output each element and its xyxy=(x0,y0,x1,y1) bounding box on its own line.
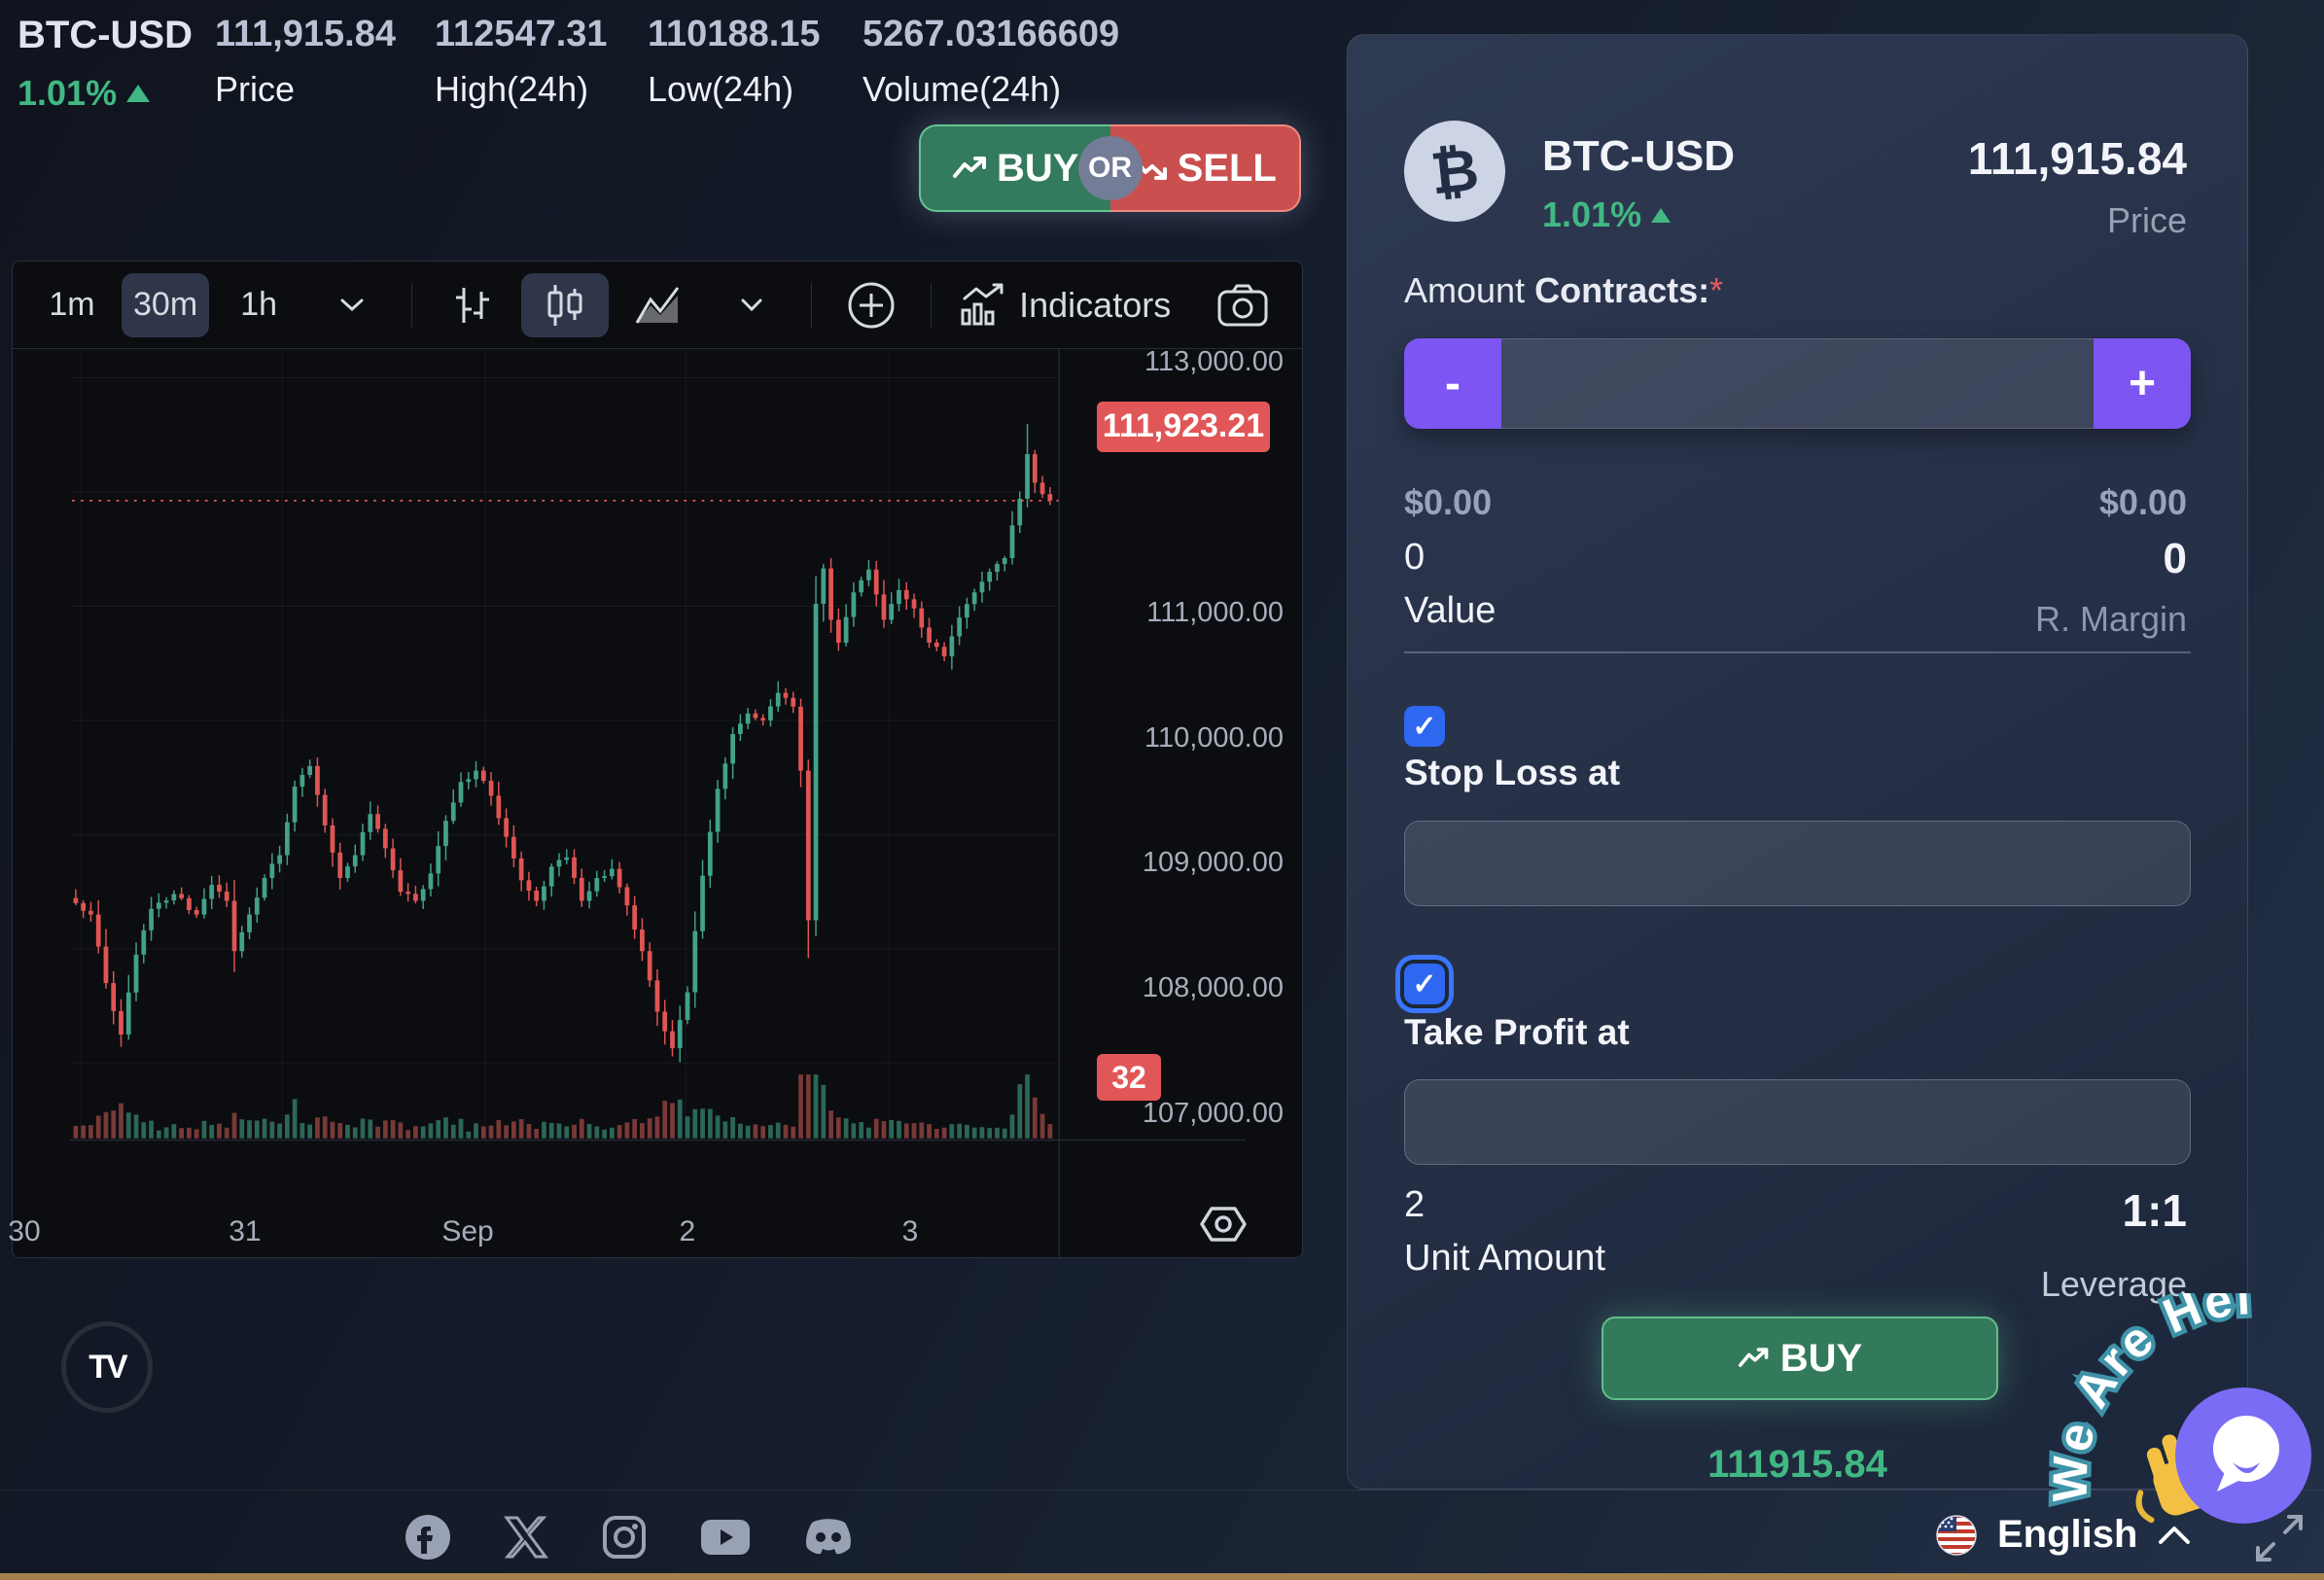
up-triangle-icon xyxy=(1651,208,1671,223)
section-divider xyxy=(1404,651,2191,653)
social-links xyxy=(404,1513,855,1562)
margin-block: $0.00 0 R. Margin xyxy=(2035,482,2187,640)
margin-usd: $0.00 xyxy=(2035,482,2187,523)
panel-symbol-block: BTC-USD 1.01% xyxy=(1542,132,1735,235)
stat-volume: 5267.03166609 Volume(24h) xyxy=(863,14,1119,110)
interval-30m-button[interactable]: 30m xyxy=(122,273,209,337)
price-axis-label: 107,000.00 xyxy=(1109,1098,1284,1130)
check-icon: ✓ xyxy=(1412,967,1436,1001)
axis-settings-icon[interactable] xyxy=(1198,1199,1249,1254)
stat-low: 110188.15 Low(24h) xyxy=(648,14,821,110)
bottom-accent-bar xyxy=(0,1573,2324,1580)
check-icon: ✓ xyxy=(1412,710,1436,744)
facebook-icon[interactable] xyxy=(404,1513,452,1562)
bitcoin-icon: ₿ xyxy=(1399,116,1510,227)
price-axis-label: 111,000.00 xyxy=(1109,597,1284,629)
instagram-icon[interactable] xyxy=(600,1513,649,1562)
compare-add-button[interactable] xyxy=(827,273,915,337)
discord-icon[interactable] xyxy=(802,1517,855,1558)
header-symbol-block: BTC-USD 1.01% xyxy=(18,14,193,114)
unit-label: Unit Amount xyxy=(1404,1238,1605,1280)
stat-high: 112547.31 High(24h) xyxy=(435,14,608,110)
amount-input[interactable] xyxy=(1501,338,2094,429)
style-dropdown-chevron[interactable] xyxy=(708,273,795,337)
snapshot-camera-button[interactable] xyxy=(1199,273,1286,337)
panel-symbol: BTC-USD xyxy=(1542,132,1735,181)
or-badge: OR xyxy=(1078,136,1143,200)
margin-qty: 0 xyxy=(2035,535,2187,583)
value-qty: 0 xyxy=(1404,537,1496,579)
unit-value: 2 xyxy=(1404,1184,1605,1226)
up-triangle-icon xyxy=(126,85,150,102)
youtube-icon[interactable] xyxy=(699,1518,752,1557)
panel-price-label: Price xyxy=(1968,200,2187,241)
leverage-value: 1:1 xyxy=(2041,1184,2187,1237)
time-axis-label: 30 xyxy=(8,1215,40,1248)
trend-up-icon xyxy=(952,155,989,182)
interval-1h-button[interactable]: 1h xyxy=(215,273,302,337)
panel-price: 111,915.84 xyxy=(1968,132,2187,185)
toolbar-divider xyxy=(931,283,932,328)
leverage-block: 1:1 Leverage xyxy=(2041,1184,2187,1305)
chat-bubble-button[interactable] xyxy=(2175,1387,2311,1524)
price-axis-label: 110,000.00 xyxy=(1109,722,1284,755)
margin-label: R. Margin xyxy=(2035,599,2187,640)
trading-app: BTC-USD 1.01% 111,915.84 Price 112547.31… xyxy=(0,0,2324,1580)
candles-style-button[interactable] xyxy=(521,273,609,337)
symbol-title: BTC-USD xyxy=(18,14,193,57)
price-axis-label: 113,000.00 xyxy=(1109,346,1284,378)
price-axis-label: 109,000.00 xyxy=(1109,847,1284,879)
last-price-tag: 111,923.21 xyxy=(1097,402,1270,452)
increase-amount-button[interactable]: + xyxy=(2094,338,2191,429)
chart-toolbar: 1m 30m 1h xyxy=(13,262,1302,349)
time-axis-label: 2 xyxy=(680,1215,696,1248)
change-badge: 1.01% xyxy=(18,73,193,114)
amount-contracts-label: Amount Contracts:* xyxy=(1404,270,1723,311)
us-flag-icon xyxy=(1935,1514,1978,1557)
volume-value-tag: 32 xyxy=(1097,1054,1161,1101)
value-usd: $0.00 xyxy=(1404,482,1496,523)
stop-loss-checkbox[interactable]: ✓ xyxy=(1404,706,1445,747)
trend-up-icon xyxy=(1738,1346,1771,1371)
order-panel: ₿ BTC-USD 1.01% 111,915.84 Price Amount … xyxy=(1347,34,2248,1490)
take-profit-label: Take Profit at xyxy=(1404,1012,1630,1053)
area-style-button[interactable] xyxy=(615,273,702,337)
indicators-button[interactable]: Indicators xyxy=(947,273,1182,337)
buy-sell-toggle: BUY SELL OR xyxy=(919,124,1301,212)
indicators-icon xyxy=(959,283,1005,328)
stop-loss-label: Stop Loss at xyxy=(1404,753,1620,793)
take-profit-input[interactable] xyxy=(1404,1079,2191,1165)
decrease-amount-button[interactable]: - xyxy=(1404,338,1501,429)
interval-1m-button[interactable]: 1m xyxy=(28,273,116,337)
time-axis-label: 31 xyxy=(229,1215,261,1248)
tradingview-logo[interactable]: TV xyxy=(61,1321,153,1413)
take-profit-checkbox[interactable]: ✓ xyxy=(1404,964,1445,1004)
unit-amount-block: 2 Unit Amount xyxy=(1404,1184,1605,1280)
panel-change: 1.01% xyxy=(1542,194,1735,235)
toolbar-divider xyxy=(411,283,412,328)
time-axis-label: Sep xyxy=(441,1215,493,1248)
value-label: Value xyxy=(1404,590,1496,632)
amount-stepper: - + xyxy=(1404,338,2191,429)
bars-style-button[interactable] xyxy=(428,273,515,337)
buy-submit-button[interactable]: BUY xyxy=(1602,1317,1998,1400)
x-twitter-icon[interactable] xyxy=(503,1514,549,1561)
time-axis-label: 3 xyxy=(902,1215,919,1248)
stat-price: 111,915.84 Price xyxy=(215,14,396,110)
price-axis-label: 108,000.00 xyxy=(1109,972,1284,1004)
panel-price-block: 111,915.84 Price xyxy=(1968,132,2187,241)
footer-divider xyxy=(0,1490,2324,1491)
stop-loss-input[interactable] xyxy=(1404,821,2191,906)
interval-dropdown-chevron[interactable] xyxy=(308,273,396,337)
value-block: $0.00 0 Value xyxy=(1404,482,1496,632)
toolbar-divider xyxy=(811,283,812,328)
chat-widget: We Are Hel xyxy=(2023,1293,2324,1580)
